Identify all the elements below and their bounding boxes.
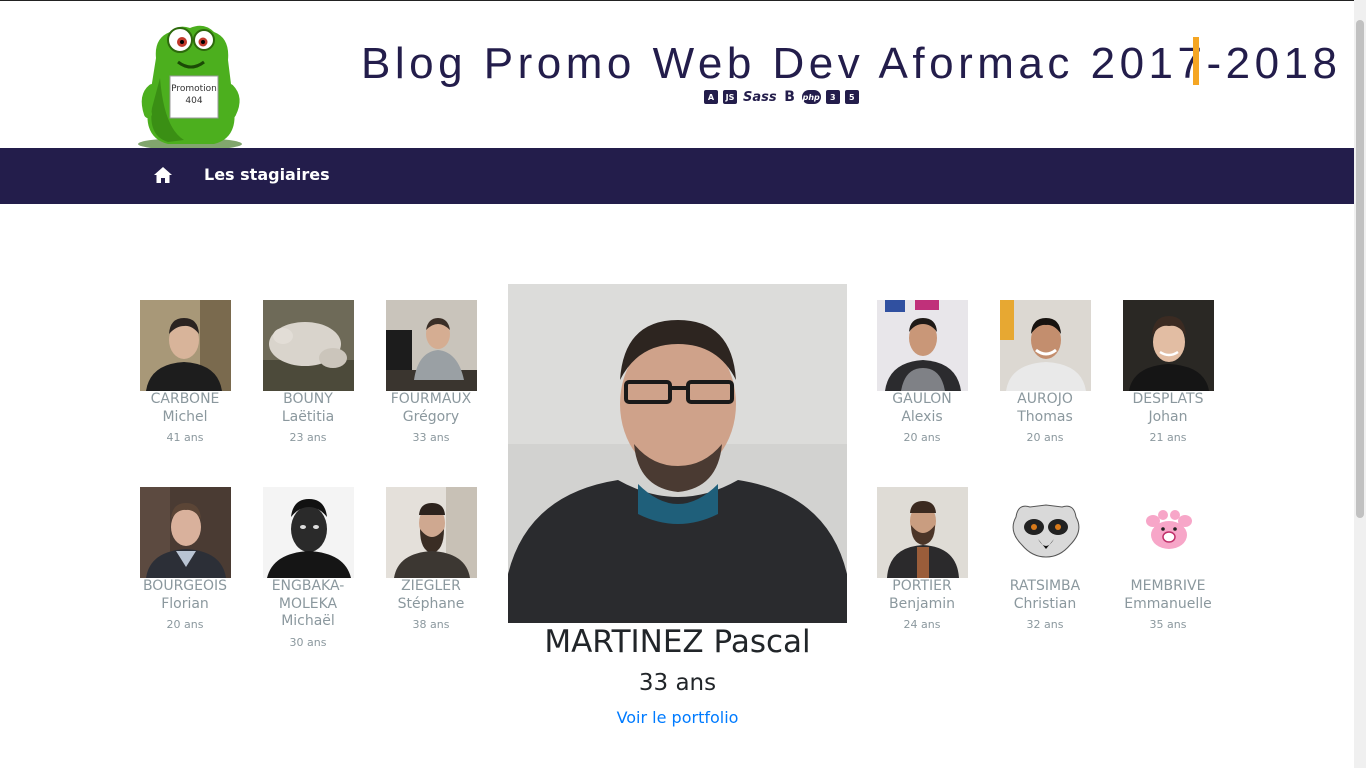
nav-link-stagiaires[interactable]: Les stagiaires — [204, 164, 330, 186]
student-card[interactable]: AUROJO Thomas 20 ans — [990, 300, 1100, 445]
student-lastname: PORTIER — [892, 578, 952, 594]
student-firstname: Stéphane — [397, 595, 465, 612]
student-card[interactable]: ZIEGLER Stéphane 38 ans — [376, 487, 486, 632]
student-firstname: Thomas — [1017, 408, 1073, 425]
home-icon — [154, 167, 172, 183]
scrollbar-thumb[interactable] — [1356, 20, 1364, 518]
student-photo[interactable] — [1122, 300, 1214, 391]
student-age: 41 ans — [166, 431, 204, 444]
student-card[interactable]: CARBONE Michel 41 ans — [130, 300, 240, 445]
student-age: 30 ans — [289, 635, 327, 649]
student-age: 24 ans — [903, 618, 941, 631]
angular-icon: A — [704, 90, 718, 104]
student-age: 33 ans — [412, 431, 450, 444]
css3-icon: 3 — [825, 90, 840, 104]
student-card[interactable]: ENGBAKA-MOLEKA Michaël 30 ans — [253, 487, 363, 650]
mascot-badge-line1: Promotion — [171, 84, 217, 94]
home-link[interactable] — [150, 162, 176, 188]
student-age: 38 ans — [412, 618, 450, 631]
student-age: 20 ans — [1026, 431, 1064, 444]
student-firstname: Emmanuelle — [1124, 595, 1212, 612]
student-photo[interactable] — [876, 487, 968, 578]
student-photo[interactable] — [262, 300, 354, 391]
site-logo[interactable]: Promotion 404 — [134, 18, 246, 150]
student-firstname: Alexis — [901, 408, 943, 425]
student-photo[interactable] — [385, 300, 477, 391]
student-age: 32 ans — [1026, 618, 1064, 631]
student-firstname: Michel — [162, 408, 208, 425]
js-icon: JS — [723, 90, 737, 104]
student-lastname: AUROJO — [1017, 391, 1073, 407]
student-photo[interactable] — [385, 487, 477, 578]
vertical-scrollbar[interactable] — [1354, 0, 1366, 768]
top-border — [0, 0, 1354, 1]
student-photo[interactable] — [876, 300, 968, 391]
student-card[interactable]: BOUNY Laëtitia 23 ans — [253, 300, 363, 445]
student-card[interactable]: RATSIMBA Christian 32 ans — [990, 487, 1100, 632]
site-title: Blog Promo Web Dev Aformac 2017-2018 — [361, 39, 1342, 88]
mascot-badge-line2: 404 — [185, 96, 202, 106]
student-lastname: ENGBAKA-MOLEKA — [271, 578, 345, 612]
student-age: 23 ans — [289, 431, 327, 444]
tech-icons: A JS Sass B php 3 5 — [704, 89, 859, 105]
featured-age: 33 ans — [638, 670, 717, 696]
student-photo[interactable] — [1122, 487, 1214, 578]
student-lastname: GAULON — [892, 391, 952, 407]
student-card[interactable]: MEMBRIVE Emmanuelle 35 ans — [1113, 487, 1223, 632]
title-accent-bar — [1193, 37, 1199, 85]
featured-photo[interactable] — [508, 284, 847, 623]
student-photo[interactable] — [139, 487, 231, 578]
student-photo[interactable] — [139, 300, 231, 391]
student-firstname: Laëtitia — [281, 408, 335, 425]
student-age: 20 ans — [903, 431, 941, 444]
student-photo[interactable] — [999, 300, 1091, 391]
featured-name: MARTINEZ Pascal — [544, 624, 811, 660]
sass-icon: Sass — [743, 89, 777, 105]
student-card[interactable]: PORTIER Benjamin 24 ans — [867, 487, 977, 632]
student-lastname: MEMBRIVE — [1130, 578, 1206, 594]
html5-icon: 5 — [844, 90, 859, 104]
student-firstname: Christian — [1013, 595, 1077, 612]
portfolio-link[interactable]: Voir le portfolio — [508, 707, 847, 729]
navbar: Les stagiaires — [0, 148, 1354, 204]
student-age: 20 ans — [166, 618, 204, 631]
student-age: 21 ans — [1149, 431, 1187, 444]
student-card[interactable]: FOURMAUX Grégory 33 ans — [376, 300, 486, 445]
php-icon: php — [801, 90, 821, 104]
student-age: 35 ans — [1149, 618, 1187, 631]
student-card[interactable]: GAULON Alexis 20 ans — [867, 300, 977, 445]
student-lastname: BOUNY — [283, 391, 333, 407]
bootstrap-icon: B — [784, 89, 795, 105]
student-firstname: Michaël — [281, 613, 335, 629]
page: Promotion 404 Blog Promo Web Dev Aformac… — [0, 0, 1354, 768]
student-firstname: Benjamin — [889, 595, 955, 612]
student-lastname: ZIEGLER — [401, 578, 461, 594]
student-card[interactable]: BOURGEOIS Florian 20 ans — [130, 487, 240, 632]
student-photo[interactable] — [999, 487, 1091, 578]
student-firstname: Florian — [161, 595, 209, 612]
student-firstname: Grégory — [402, 408, 460, 425]
student-photo[interactable] — [262, 487, 354, 578]
student-lastname: BOURGEOIS — [142, 578, 228, 594]
student-firstname: Johan — [1148, 408, 1188, 425]
student-lastname: DESPLATS — [1132, 391, 1204, 407]
student-lastname: CARBONE — [150, 391, 220, 407]
student-card[interactable]: DESPLATS Johan 21 ans — [1113, 300, 1223, 445]
student-lastname: FOURMAUX — [390, 391, 472, 407]
student-lastname: RATSIMBA — [1009, 578, 1081, 594]
